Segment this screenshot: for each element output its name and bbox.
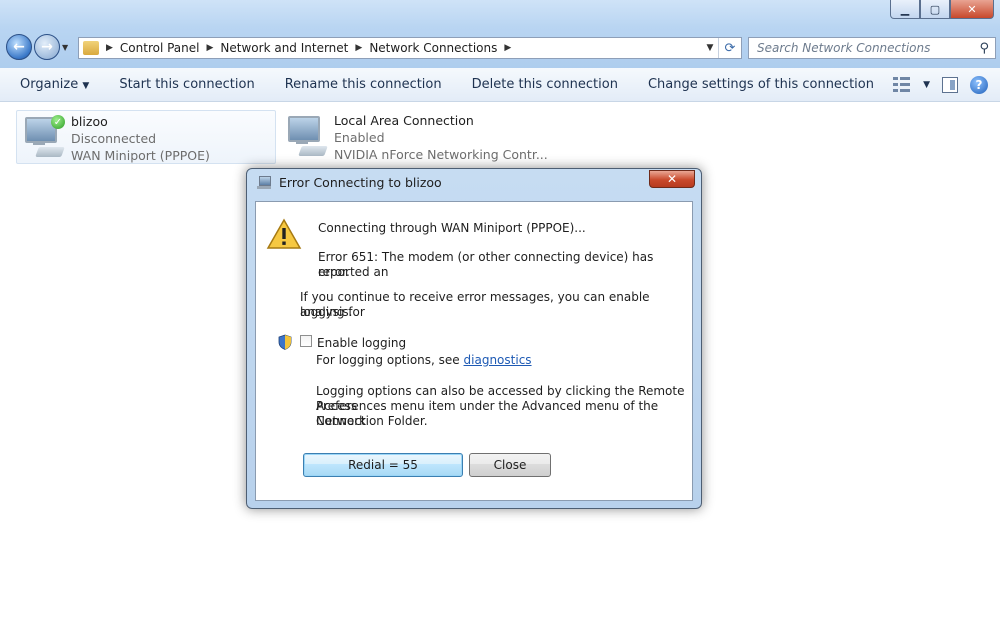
network-connection-icon xyxy=(284,114,328,158)
help-icon[interactable]: ? xyxy=(970,75,988,94)
dialog-body: Connecting through WAN Miniport (PPPOE).… xyxy=(255,201,693,501)
close-icon: ✕ xyxy=(666,172,678,186)
chevron-down-icon: ▼ xyxy=(62,42,69,52)
enable-logging-label[interactable]: Enable logging xyxy=(317,336,406,351)
warning-icon xyxy=(266,218,302,249)
enable-logging-checkbox[interactable] xyxy=(300,335,312,347)
control-panel-folder-icon xyxy=(83,41,99,55)
search-icon[interactable]: ⚲ xyxy=(979,41,989,56)
change-view-icon[interactable] xyxy=(893,76,911,93)
window-controls: ▁ ▢ ✕ xyxy=(890,0,994,19)
connection-status: Enabled xyxy=(334,130,385,145)
dialog-titlebar: Error Connecting to blizoo xyxy=(257,175,442,190)
shield-icon xyxy=(278,334,292,350)
forward-button[interactable]: → xyxy=(34,34,60,60)
change-settings-button[interactable]: Change settings of this connection xyxy=(633,77,889,92)
error-message-line1: Error 651: The modem (or other connectin… xyxy=(318,250,654,279)
dialog-title: Error Connecting to blizoo xyxy=(279,175,442,190)
connecting-message: Connecting through WAN Miniport (PPPOE).… xyxy=(318,221,586,235)
breadcrumb-network-connections[interactable]: Network Connections xyxy=(365,41,501,55)
view-tools: ▼ ? xyxy=(893,75,1000,94)
chevron-right-icon[interactable]: ▶ xyxy=(207,43,214,53)
search-input[interactable]: Search Network Connections ⚲ xyxy=(748,37,996,59)
refresh-icon: ⟳ xyxy=(724,40,736,56)
connected-check-icon: ✓ xyxy=(51,115,65,129)
minimize-icon: ▁ xyxy=(900,2,910,16)
continue-message-line1: If you continue to receive error message… xyxy=(300,290,650,319)
logging-options-text: For logging options, see diagnostics xyxy=(316,353,532,368)
refresh-button[interactable]: ⟳ xyxy=(718,38,741,58)
start-connection-button[interactable]: Start this connection xyxy=(104,77,269,92)
address-bar[interactable]: ▶ Control Panel ▶ Network and Internet ▶… xyxy=(78,37,742,59)
command-bar: Organize ▼ Start this connection Rename … xyxy=(0,68,1000,102)
window-titlebar: ▁ ▢ ✕ ← → ▼ ▶ Control Panel ▶ Network an… xyxy=(0,0,1000,68)
network-connection-icon: ✓ xyxy=(21,115,65,159)
access-message-line3: Connection Folder. xyxy=(316,414,428,428)
view-options-dropdown[interactable]: ▼ xyxy=(923,80,930,90)
delete-connection-button[interactable]: Delete this connection xyxy=(457,77,633,92)
chevron-right-icon[interactable]: ▶ xyxy=(355,43,362,53)
network-connection-icon xyxy=(257,175,273,190)
back-button[interactable]: ← xyxy=(6,34,32,60)
logging-options-prefix: For logging options, see xyxy=(316,353,460,367)
breadcrumb-network-and-internet[interactable]: Network and Internet xyxy=(216,41,352,55)
preview-pane-icon[interactable] xyxy=(942,76,958,93)
redial-button[interactable]: Redial = 55 xyxy=(303,453,463,477)
breadcrumb-control-panel[interactable]: Control Panel xyxy=(116,41,204,55)
connection-name: Local Area Connection xyxy=(334,113,474,128)
back-arrow-icon: ← xyxy=(13,39,25,55)
maximize-icon: ▢ xyxy=(929,2,941,16)
close-window-button[interactable]: ✕ xyxy=(950,0,994,19)
connection-item-local-area[interactable]: Local Area Connection Enabled NVIDIA nFo… xyxy=(280,110,580,164)
dialog-close-button[interactable]: ✕ xyxy=(649,170,695,188)
forward-arrow-icon: → xyxy=(41,39,53,55)
organize-label: Organize xyxy=(20,77,79,92)
close-icon: ✕ xyxy=(967,2,977,16)
connection-item-blizoo[interactable]: ✓ blizoo Disconnected WAN Miniport (PPPO… xyxy=(16,110,276,164)
chevron-right-icon[interactable]: ▶ xyxy=(106,43,113,53)
maximize-button[interactable]: ▢ xyxy=(920,0,950,19)
error-dialog: Error Connecting to blizoo ✕ Connecting … xyxy=(246,168,702,509)
connection-name: blizoo xyxy=(71,114,108,129)
address-bar-actions: ▼ ⟳ xyxy=(702,38,741,58)
chevron-down-icon: ▼ xyxy=(82,81,90,91)
rename-connection-button[interactable]: Rename this connection xyxy=(270,77,457,92)
diagnostics-link[interactable]: diagnostics xyxy=(464,353,532,367)
recent-pages-dropdown[interactable]: ▼ xyxy=(62,43,72,52)
connection-status: Disconnected xyxy=(71,131,157,146)
navigation-buttons: ← → ▼ xyxy=(6,34,72,60)
connection-device: NVIDIA nForce Networking Contr... xyxy=(334,147,548,162)
continue-message-line2: analysis. xyxy=(300,305,353,319)
chevron-right-icon[interactable]: ▶ xyxy=(504,43,511,53)
address-dropdown-button[interactable]: ▼ xyxy=(702,43,718,53)
organize-menu-button[interactable]: Organize ▼ xyxy=(0,77,104,92)
connection-device: WAN Miniport (PPPOE) xyxy=(71,148,210,163)
search-placeholder: Search Network Connections xyxy=(757,41,931,55)
minimize-button[interactable]: ▁ xyxy=(890,0,920,19)
error-message-line2: error. xyxy=(318,265,350,279)
close-button[interactable]: Close xyxy=(469,453,551,477)
